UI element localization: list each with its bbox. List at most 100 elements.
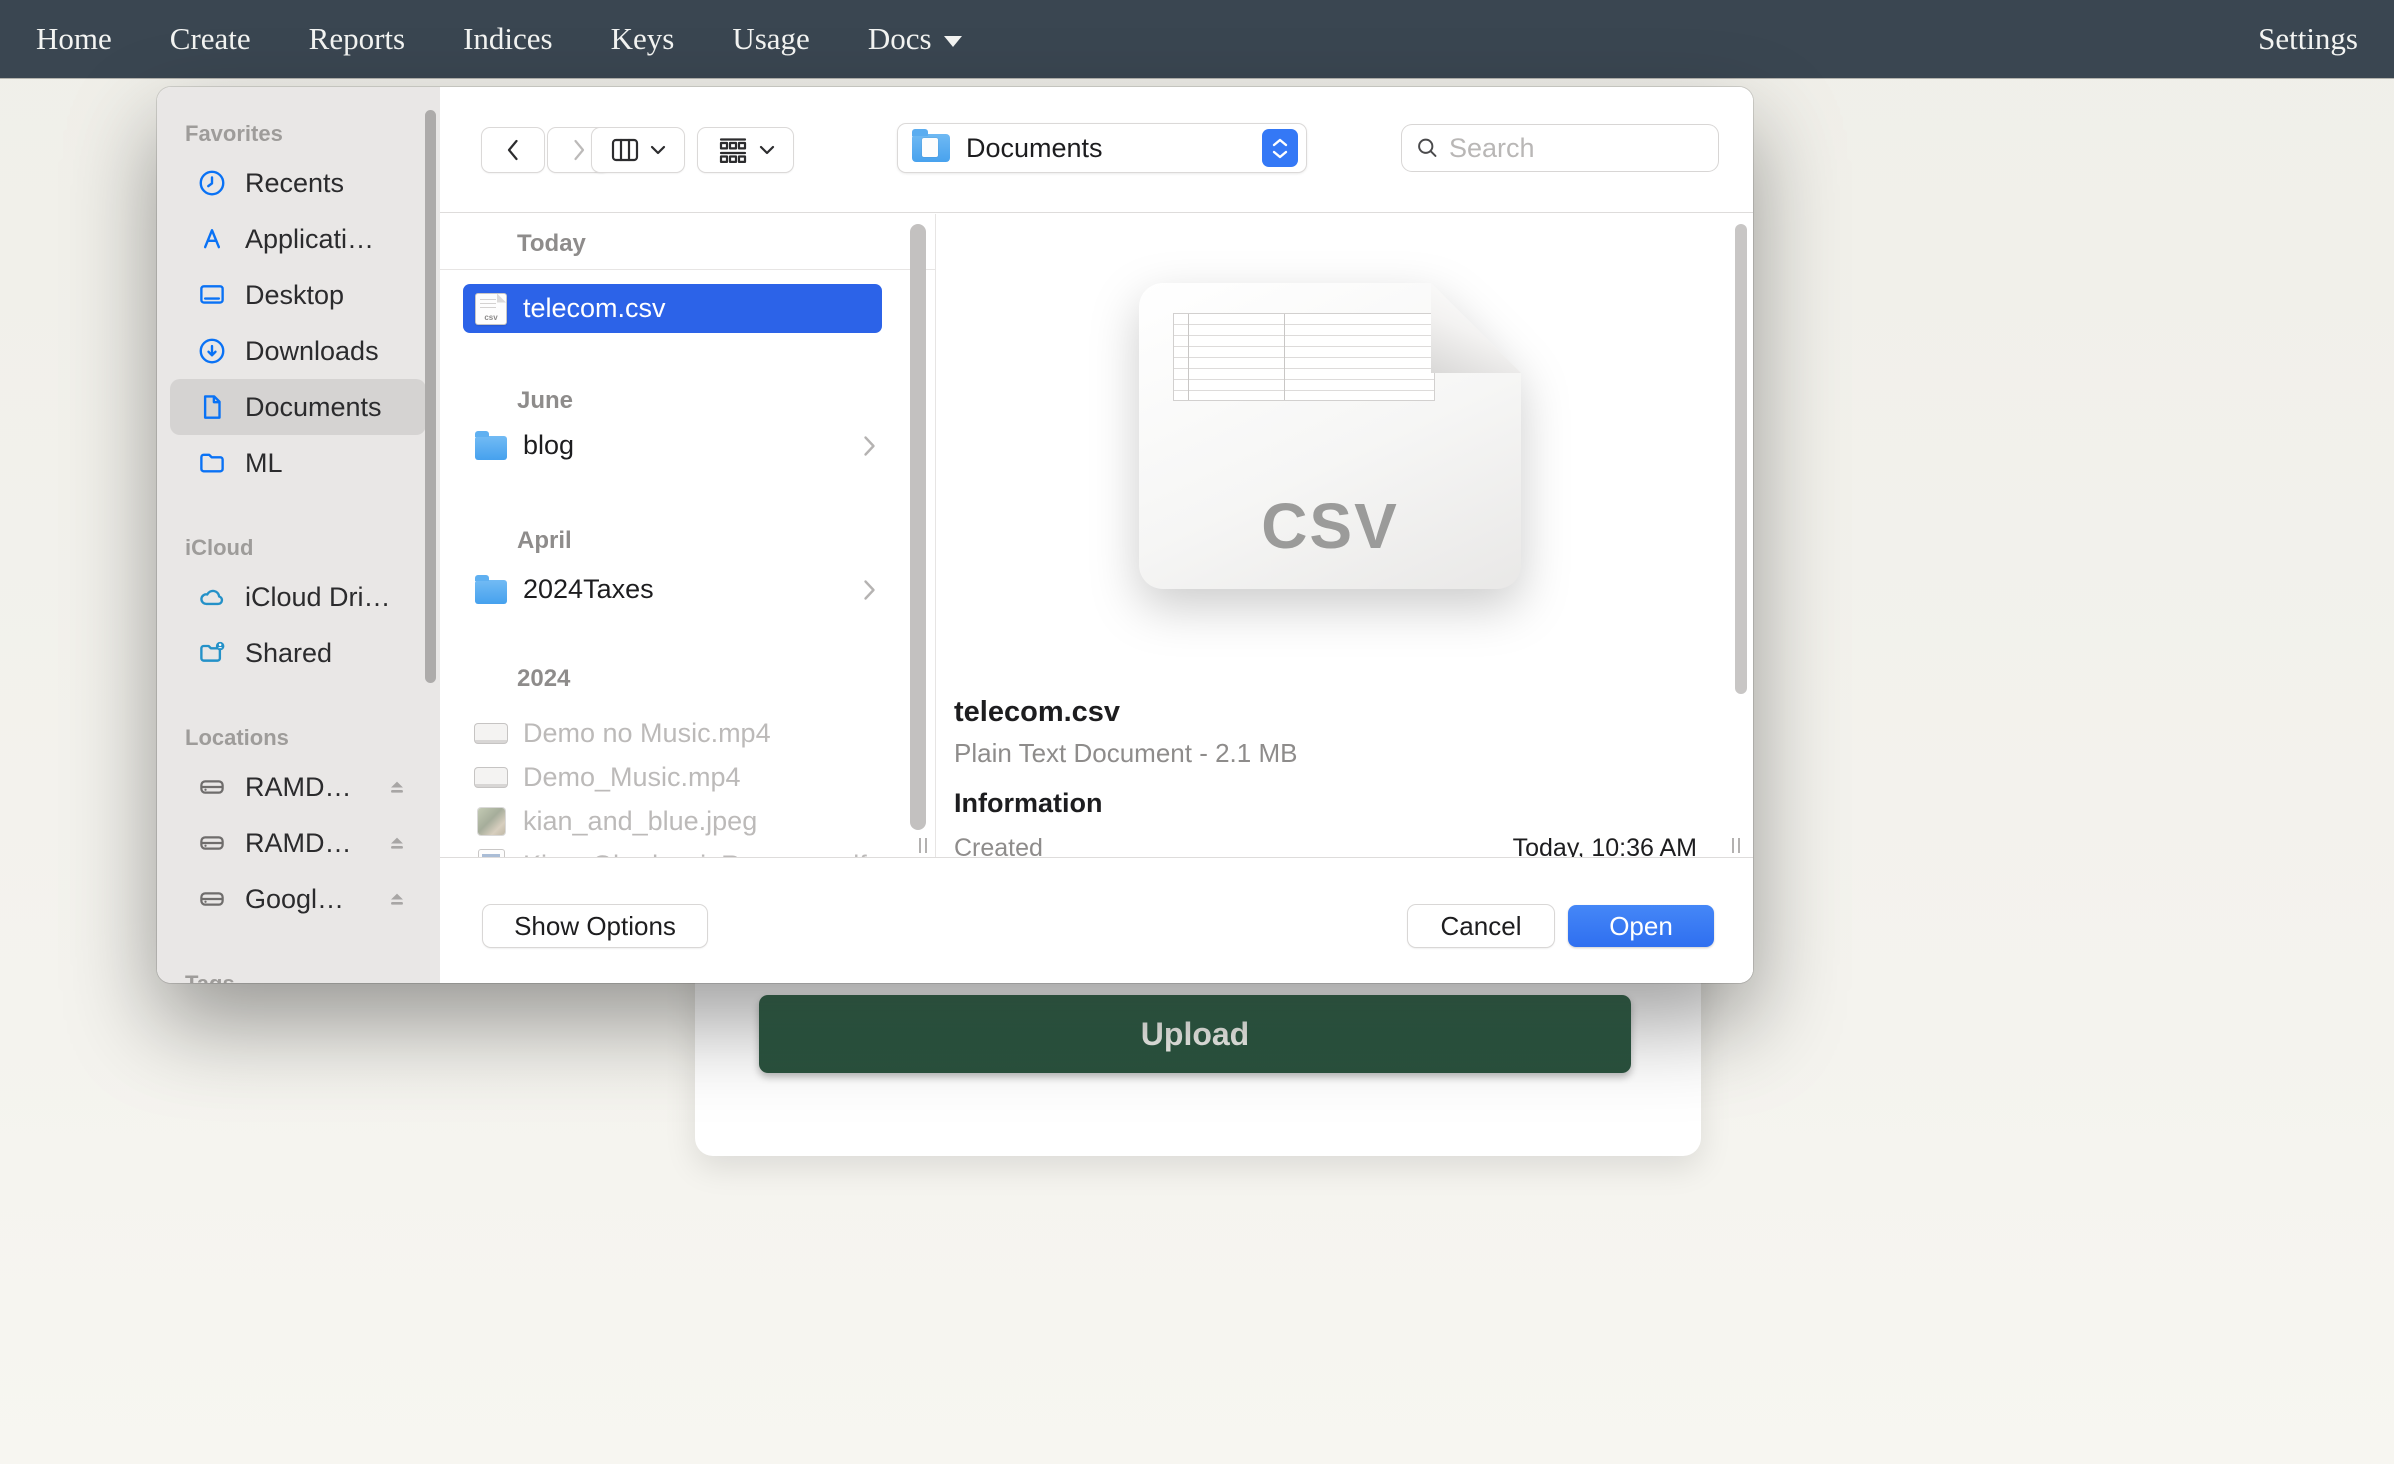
file-row-2024taxes[interactable]: 2024Taxes (463, 565, 882, 614)
back-button[interactable] (482, 128, 544, 172)
page-fold (1431, 283, 1521, 373)
nav-create[interactable]: Create (170, 21, 251, 57)
show-options-button[interactable]: Show Options (483, 905, 707, 947)
sidebar-item-ramdisk-2[interactable]: RAMD… (170, 815, 426, 871)
folder-icon (475, 430, 507, 462)
sidebar-item-label: RAMD… (245, 828, 352, 859)
file-list-scrollbar[interactable] (910, 224, 926, 830)
group-mode-button[interactable] (698, 128, 793, 172)
csv-table-thumbnail (1173, 313, 1435, 401)
dialog-sidebar: Favorites Recents Applicati… Desktop Dow… (157, 87, 440, 983)
location-dropdown-value: Documents (966, 133, 1103, 164)
preview-meta: Plain Text Document - 2.1 MB (954, 738, 1297, 769)
dialog-main: Documents Today telecom.csv June (440, 87, 1753, 983)
nav-indices[interactable]: Indices (463, 21, 553, 57)
search-input[interactable] (1449, 133, 1704, 164)
stepper-icon (1262, 129, 1298, 167)
csv-badge: CSV (1139, 489, 1521, 563)
sidebar-item-label: Desktop (245, 280, 344, 311)
file-row-kian-and-blue: kian_and_blue.jpeg (463, 799, 882, 843)
sidebar-section-icloud: iCloud (185, 535, 440, 561)
sidebar-item-label: ML (245, 448, 283, 479)
sidebar-item-documents[interactable]: Documents (170, 379, 426, 435)
preview-pane: CSV telecom.csv Plain Text Document - 2.… (936, 214, 1753, 857)
disk-icon (197, 884, 227, 914)
file-name: 2024Taxes (523, 574, 654, 605)
sidebar-item-recents[interactable]: Recents (170, 155, 426, 211)
nav-usage[interactable]: Usage (732, 21, 809, 57)
cloud-icon (197, 582, 227, 612)
upload-button[interactable]: Upload (759, 995, 1631, 1073)
chevron-down-icon (944, 36, 962, 47)
desktop-icon (197, 280, 227, 310)
chevron-right-icon (568, 137, 590, 163)
location-dropdown[interactable]: Documents (898, 124, 1306, 172)
preview-filename: telecom.csv (954, 696, 1120, 729)
search-field[interactable] (1402, 125, 1718, 171)
sidebar-item-ramdisk-1[interactable]: RAMD… (170, 759, 426, 815)
column-resize-handle[interactable] (1732, 838, 1745, 853)
sidebar-item-label: Downloads (245, 336, 379, 367)
sidebar-item-applications[interactable]: Applicati… (170, 211, 426, 267)
sidebar-item-google-drive[interactable]: Googl… (170, 871, 426, 927)
video-file-icon (475, 717, 507, 749)
file-name: Demo no Music.mp4 (523, 718, 771, 749)
disk-icon (197, 772, 227, 802)
sidebar-item-downloads[interactable]: Downloads (170, 323, 426, 379)
sidebar-item-label: iCloud Dri… (245, 582, 391, 613)
sidebar-section-locations: Locations (185, 725, 440, 751)
sidebar-section-tags: Tags (185, 971, 440, 983)
eject-icon[interactable] (382, 772, 412, 802)
dialog-footer: Show Options Cancel Open (440, 857, 1753, 983)
file-list: Today telecom.csv June blog April 2024Ta… (440, 214, 935, 857)
chevron-right-icon (863, 435, 876, 457)
nav-keys[interactable]: Keys (611, 21, 675, 57)
nav-reports[interactable]: Reports (309, 21, 405, 57)
dialog-toolbar: Documents (440, 87, 1753, 213)
divider (440, 269, 935, 270)
view-mode-button[interactable] (592, 128, 684, 172)
video-file-icon (475, 761, 507, 793)
column-resize-handle[interactable] (919, 838, 932, 853)
eject-icon[interactable] (382, 828, 412, 858)
file-name: Kian_Ghodo…i_Resume.pdf (523, 850, 867, 858)
group-header-april: April (517, 527, 935, 553)
top-navbar: Home Create Reports Indices Keys Usage D… (0, 0, 2394, 78)
file-name: blog (523, 430, 574, 461)
preview-scrollbar[interactable] (1735, 224, 1747, 694)
file-row-blog[interactable]: blog (463, 421, 882, 470)
nav-docs[interactable]: Docs (868, 21, 962, 57)
sidebar-item-ml[interactable]: ML (170, 435, 426, 491)
sidebar-item-icloud-drive[interactable]: iCloud Dri… (170, 569, 426, 625)
chevron-left-icon (502, 137, 524, 163)
file-open-dialog: Favorites Recents Applicati… Desktop Dow… (157, 87, 1753, 983)
folder-icon (475, 574, 507, 606)
file-name: kian_and_blue.jpeg (523, 806, 757, 837)
group-header-june: June (517, 387, 935, 413)
file-name: telecom.csv (523, 293, 666, 324)
sidebar-item-label: Documents (245, 392, 382, 423)
csv-file-icon (475, 293, 507, 325)
cancel-button[interactable]: Cancel (1408, 905, 1554, 947)
search-icon (1416, 135, 1439, 161)
folder-icon (912, 134, 950, 162)
appstore-icon (197, 224, 227, 254)
eject-icon[interactable] (382, 884, 412, 914)
sidebar-item-label: Recents (245, 168, 344, 199)
chevron-down-icon (650, 145, 666, 156)
nav-home[interactable]: Home (36, 21, 112, 57)
shared-folder-icon (197, 638, 227, 668)
nav-settings[interactable]: Settings (2258, 21, 2358, 57)
group-header-today: Today (517, 230, 935, 256)
sidebar-item-desktop[interactable]: Desktop (170, 267, 426, 323)
file-row-telecom-csv[interactable]: telecom.csv (463, 284, 882, 333)
columns-view-icon (610, 137, 640, 163)
gallery-view-icon (717, 136, 749, 164)
group-header-2024: 2024 (517, 665, 935, 691)
sidebar-item-label: Googl… (245, 884, 344, 915)
file-row-demo-music: Demo_Music.mp4 (463, 755, 882, 799)
open-button[interactable]: Open (1568, 905, 1714, 947)
download-circle-icon (197, 336, 227, 366)
sidebar-item-shared[interactable]: Shared (170, 625, 426, 681)
sidebar-scrollbar[interactable] (425, 110, 436, 683)
